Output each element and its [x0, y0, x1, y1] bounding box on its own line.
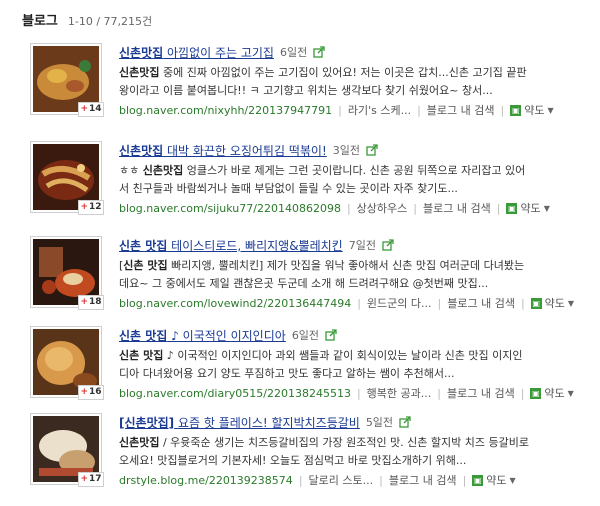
blog-owner[interactable]: 행복한 공과...: [367, 385, 432, 401]
result-meta: blog.naver.com/sijuku77/220140862098 | 상…: [119, 200, 550, 216]
result-body: 신촌 맛집 ♪ 이국적인 이지인디아 6일전 신촌 맛집 ♪ 이국적인 이지인디…: [119, 326, 589, 402]
result-title-link[interactable]: 신촌 맛집 테이스티로드, 빠리지앵&뿔레치킨: [119, 237, 343, 254]
like-badge[interactable]: +17: [78, 472, 104, 487]
like-badge[interactable]: +16: [78, 385, 104, 400]
result-snippet: 신촌맛집 / 우윳죽순 생기는 치즈등갈비집의 가장 원조적인 맛. 신촌 할지…: [119, 436, 529, 467]
result-url[interactable]: drstyle.blog.me/220139238574: [119, 474, 293, 487]
open-new-window-icon[interactable]: [382, 239, 394, 251]
map-link[interactable]: ▣ 약도 ▼: [506, 200, 550, 216]
chevron-down-icon: ▼: [509, 475, 516, 485]
result-snippet: ㅎㅎ 신촌맛집 엉클스가 바로 제게는 그런 곳이랍니다. 신촌 공원 뒤쪽으로…: [119, 164, 526, 195]
result-title-link[interactable]: [신촌맛집] 요즘 핫 플레이스! 할지박치즈등갈비: [119, 414, 360, 431]
plus-icon: +: [80, 474, 88, 484]
like-badge[interactable]: +18: [78, 295, 104, 310]
plus-icon: +: [80, 202, 88, 212]
blog-owner[interactable]: 상상하우스: [357, 200, 408, 216]
result-meta: blog.naver.com/diary0515/220138245513 | …: [119, 385, 574, 401]
post-time: 5일전: [365, 416, 394, 429]
chevron-down-icon: ▼: [567, 388, 574, 398]
results-list: +14 신촌맛집 아낌없이 주는 고기집 6일전 신촌맛집 중에 진짜 아낌없이…: [0, 0, 600, 506]
chevron-down-icon: ▼: [567, 298, 575, 308]
result-snippet: [신촌 맛집 빠리지앵, 뿔레치킨] 제가 맛집을 워낙 좋아해서 신촌 맛집 …: [119, 259, 525, 290]
blog-owner[interactable]: 달로리 스토...: [309, 472, 374, 488]
like-badge[interactable]: +12: [78, 200, 104, 215]
plus-icon: +: [80, 297, 88, 307]
result-body: 신촌맛집 대박 화끈한 오징어튀김 떡볶이! 3일전 ㅎㅎ 신촌맛집 엉클스가 …: [119, 141, 589, 217]
result-body: [신촌맛집] 요즘 핫 플레이스! 할지박치즈등갈비 5일전 신촌맛집 / 우윳…: [119, 413, 589, 489]
post-time: 6일전: [279, 46, 308, 59]
result-title-link[interactable]: 신촌맛집 아낌없이 주는 고기집: [119, 44, 274, 61]
chevron-down-icon: ▼: [547, 105, 554, 115]
map-link[interactable]: ▣ 약도 ▼: [530, 295, 575, 311]
search-in-blog-link[interactable]: 블로그 내 검색: [389, 472, 457, 488]
result-meta: blog.naver.com/lovewind2/220136447494 | …: [119, 295, 575, 311]
result-body: 신촌 맛집 테이스티로드, 빠리지앵&뿔레치킨 7일전 [신촌 맛집 빠리지앵,…: [119, 236, 589, 312]
result-snippet: 신촌 맛집 ♪ 이국적인 이지인디아 과외 쌤들과 같이 회식이있는 날이라 신…: [119, 349, 523, 380]
blog-owner[interactable]: 윈드군의 다...: [367, 295, 432, 311]
map-icon: ▣: [530, 387, 542, 399]
result-meta: blog.naver.com/nixyhh/220137947791 | 라기'…: [119, 102, 554, 118]
open-new-window-icon[interactable]: [313, 46, 325, 58]
search-in-blog-link[interactable]: 블로그 내 검색: [427, 102, 495, 118]
result-url[interactable]: blog.naver.com/sijuku77/220140862098: [119, 202, 341, 215]
post-time: 7일전: [348, 239, 376, 252]
post-time: 6일전: [291, 329, 320, 342]
search-in-blog-link[interactable]: 블로그 내 검색: [447, 295, 515, 311]
map-icon: ▣: [510, 104, 522, 116]
map-link[interactable]: ▣ 약도 ▼: [510, 102, 554, 118]
result-snippet: 신촌맛집 중에 진짜 아낌없이 주는 고기집이 있어요! 저는 이곳은 갑치..…: [119, 66, 527, 97]
result-title-link[interactable]: 신촌맛집 대박 화끈한 오징어튀김 떡볶이!: [119, 142, 327, 159]
map-icon: ▣: [472, 474, 484, 486]
blog-owner[interactable]: 라기's 스케...: [348, 102, 411, 118]
open-new-window-icon[interactable]: [325, 329, 337, 341]
open-new-window-icon[interactable]: [399, 416, 411, 428]
plus-icon: +: [80, 387, 88, 397]
search-in-blog-link[interactable]: 블로그 내 검색: [447, 385, 515, 401]
post-time: 3일전: [332, 144, 361, 157]
open-new-window-icon[interactable]: [366, 144, 378, 156]
plus-icon: +: [80, 104, 88, 114]
like-badge[interactable]: +14: [78, 102, 104, 117]
search-in-blog-link[interactable]: 블로그 내 검색: [423, 200, 491, 216]
map-link[interactable]: ▣ 약도 ▼: [530, 385, 574, 401]
map-icon: ▣: [506, 202, 518, 214]
result-body: 신촌맛집 아낌없이 주는 고기집 6일전 신촌맛집 중에 진짜 아낌없이 주는 …: [119, 43, 589, 119]
map-icon: ▣: [530, 297, 542, 309]
map-link[interactable]: ▣ 약도 ▼: [472, 472, 516, 488]
result-meta: drstyle.blog.me/220139238574 | 달로리 스토...…: [119, 472, 516, 488]
result-title-link[interactable]: 신촌 맛집 ♪ 이국적인 이지인디아: [119, 327, 286, 344]
result-url[interactable]: blog.naver.com/lovewind2/220136447494: [119, 297, 351, 310]
chevron-down-icon: ▼: [543, 203, 550, 213]
result-url[interactable]: blog.naver.com/nixyhh/220137947791: [119, 104, 332, 117]
result-url[interactable]: blog.naver.com/diary0515/220138245513: [119, 387, 351, 400]
